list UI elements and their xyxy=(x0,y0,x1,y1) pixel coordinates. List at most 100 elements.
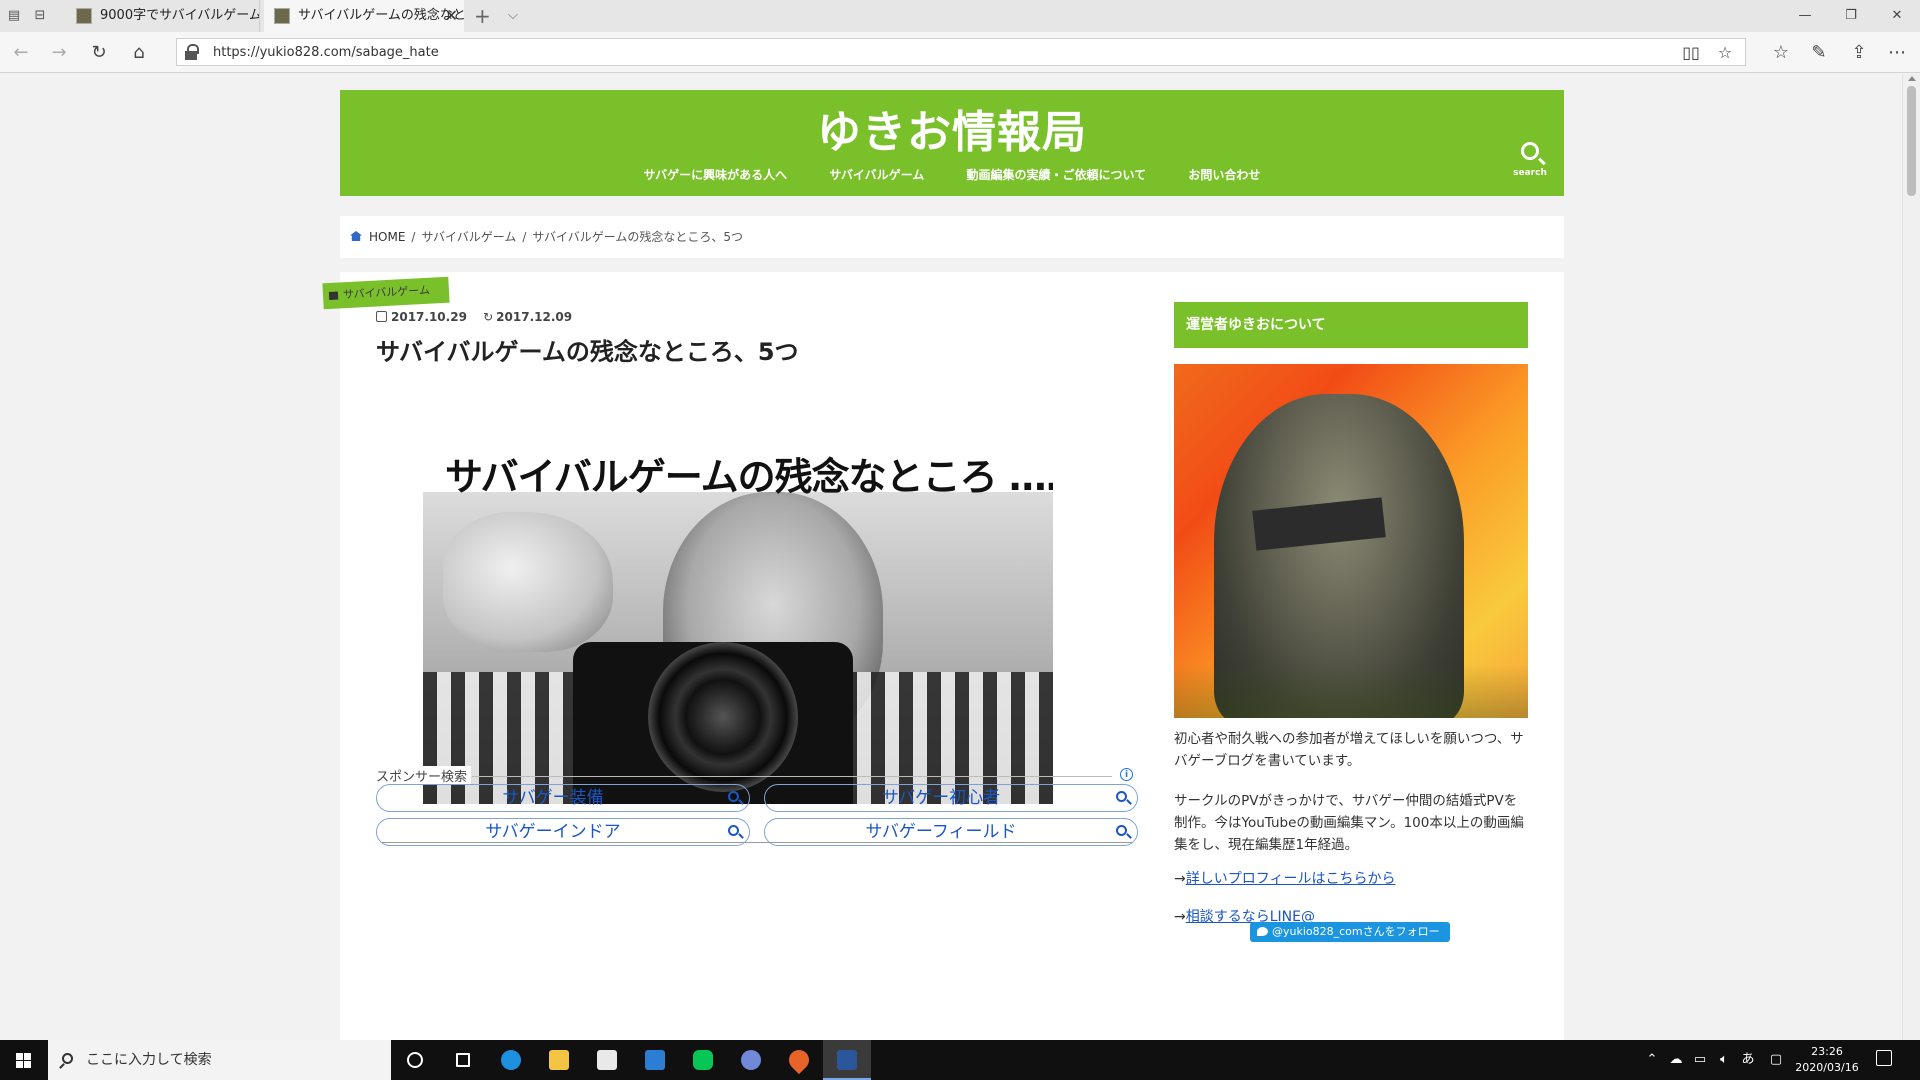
article-title: サバイバルゲームの残念なところ、5つ xyxy=(376,338,799,366)
site-logo[interactable]: ゆきお情報局 xyxy=(340,96,1564,160)
line-icon[interactable] xyxy=(679,1040,727,1080)
nav-item-contact[interactable]: お問い合わせ xyxy=(1188,166,1260,183)
tab-list-chevron-icon[interactable]: ⌵ xyxy=(508,0,518,32)
post-dates: 2017.10.29 ↻ 2017.12.09 xyxy=(376,310,572,324)
word-icon[interactable] xyxy=(823,1040,871,1080)
tab-manager-icon[interactable]: ▤ xyxy=(4,6,24,26)
search-icon xyxy=(1521,142,1539,160)
photo-man-with-camera xyxy=(423,492,1053,804)
calendar-icon xyxy=(376,311,387,322)
network-icon[interactable]: ▭ xyxy=(1688,1040,1712,1080)
forward-icon[interactable]: → xyxy=(46,40,72,66)
breadcrumb-category[interactable]: サバイバルゲーム xyxy=(421,230,516,244)
hero-caption: サバイバルゲームの残念なところ …… xyxy=(445,455,1053,499)
cortana-icon[interactable] xyxy=(391,1040,439,1080)
lock-icon xyxy=(185,44,199,60)
browser-tab[interactable]: 9000字でサバイバルゲームの始め xyxy=(66,0,260,32)
nav-item-sabage-beginners[interactable]: サバゲーに興味がある人へ xyxy=(644,166,788,183)
tab-title: 9000字でサバイバルゲームの始め xyxy=(100,8,260,23)
reading-view-icon[interactable]: ▯▯ xyxy=(1679,41,1703,65)
taskbar: ここに入力して検索 ⌃ ☁ ▭ 🔈︎ あ ▢ 23:26 2020/03/16 xyxy=(0,1040,1920,1080)
search-label: search xyxy=(1513,168,1547,178)
published-date: 2017.10.29 xyxy=(391,310,467,324)
sponsor-search-label: スポンサー検索 xyxy=(376,766,472,785)
url-text[interactable]: https://yukio828.com/sabage_hate xyxy=(213,39,439,67)
home-icon[interactable]: ⌂ xyxy=(126,40,152,66)
edge-icon[interactable] xyxy=(487,1040,535,1080)
nav-item-video-editing[interactable]: 動画編集の実績・ご依頼について xyxy=(966,166,1146,183)
twitter-bird-icon xyxy=(1257,927,1268,936)
sponsor-search: スポンサー検索 i サバゲー装備 サバゲー初心者 サバゲーインドア サバゲーフィ… xyxy=(376,766,1142,856)
favicon-icon xyxy=(76,8,92,24)
close-tab-icon[interactable]: ✕ xyxy=(445,0,458,32)
main-content: サバイバルゲーム 2017.10.29 ↻ 2017.12.09 サバイバルゲーム… xyxy=(322,272,1564,1040)
page-viewport: ゆきお情報局 サバゲーに興味がある人へ サバイバルゲーム 動画編集の実績・ご依頼… xyxy=(0,74,1902,1040)
nav-item-survival-game[interactable]: サバイバルゲーム xyxy=(829,166,924,183)
start-button[interactable] xyxy=(0,1040,48,1080)
hero-image: サバイバルゲームの残念なところ …… xyxy=(423,396,1053,804)
category-label[interactable]: サバイバルゲーム xyxy=(322,276,450,310)
onedrive-icon[interactable]: ☁ xyxy=(1664,1040,1688,1080)
breadcrumb-home[interactable]: HOME xyxy=(369,230,405,244)
maps-icon[interactable] xyxy=(775,1040,823,1080)
search-icon xyxy=(1116,825,1127,836)
sidebar-widget-title: 運営者ゆきおについて xyxy=(1174,302,1528,348)
new-tab-button[interactable]: + xyxy=(474,0,491,32)
search-icon xyxy=(62,1053,73,1064)
taskbar-search-input[interactable]: ここに入力して検索 xyxy=(48,1040,391,1080)
profile-text: サークルのPVがきっかけで、サバゲー仲間の結婚式PVを制作。今はYouTubeの… xyxy=(1174,793,1524,853)
minimize-button[interactable]: — xyxy=(1782,0,1828,32)
favorite-star-icon[interactable]: ☆ xyxy=(1713,41,1737,65)
profile-text: 初心者や耐久戦への参加者が増えてほしいを願いつつ、サバゲーブログを書いています。 xyxy=(1174,731,1524,769)
store-icon[interactable] xyxy=(583,1040,631,1080)
mail-icon[interactable] xyxy=(631,1040,679,1080)
windows-logo-icon xyxy=(16,1053,32,1068)
volume-icon[interactable]: 🔈︎ xyxy=(1712,1040,1736,1080)
close-window-button[interactable]: ✕ xyxy=(1874,0,1920,32)
global-nav: サバゲーに興味がある人へ サバイバルゲーム 動画編集の実績・ご依頼について お問… xyxy=(340,166,1564,183)
back-icon[interactable]: ← xyxy=(8,40,34,66)
breadcrumb: HOME / サバイバルゲーム / サバイバルゲームの残念なところ、5つ xyxy=(340,216,1564,258)
ad-search-button[interactable]: サバゲー装備 xyxy=(376,784,750,812)
scrollbar-thumb[interactable] xyxy=(1907,86,1916,196)
ime-mode-icon[interactable]: ▢ xyxy=(1764,1040,1788,1080)
profile-link: →詳しいプロフィールはこちらから xyxy=(1174,871,1396,887)
discord-icon[interactable] xyxy=(727,1040,775,1080)
refresh-icon[interactable]: ↻ xyxy=(86,40,112,66)
info-icon[interactable]: i xyxy=(1120,768,1133,781)
ad-search-button[interactable]: サバゲー初心者 xyxy=(764,784,1138,812)
home-icon xyxy=(350,231,362,241)
set-aside-icon[interactable]: ⊟ xyxy=(30,6,50,26)
site-header: ゆきお情報局 サバゲーに興味がある人へ サバイバルゲーム 動画編集の実績・ご依頼… xyxy=(340,90,1564,196)
folder-icon xyxy=(328,291,339,300)
search-icon xyxy=(728,791,739,802)
restore-button[interactable]: ❐ xyxy=(1828,0,1874,32)
profile-image xyxy=(1174,364,1528,718)
page-scrollbar[interactable] xyxy=(1902,74,1920,1040)
favicon-icon xyxy=(274,8,290,24)
show-hidden-icons-chevron-icon[interactable]: ⌃ xyxy=(1640,1040,1664,1080)
task-view-icon[interactable] xyxy=(439,1040,487,1080)
breadcrumb-current: サバイバルゲームの残念なところ、5つ xyxy=(532,230,743,244)
notifications-icon[interactable] xyxy=(1876,1050,1892,1066)
ime-indicator[interactable]: あ xyxy=(1736,1040,1760,1080)
browser-tab-active[interactable]: サバイバルゲームの残念なと ✕ xyxy=(264,0,464,32)
favorites-icon[interactable]: ☆ xyxy=(1768,40,1794,66)
search-icon xyxy=(1116,791,1127,802)
twitter-follow-button[interactable]: @yukio828_comさんをフォロー xyxy=(1250,922,1450,942)
clock-date: 2020/03/16 xyxy=(1795,1061,1859,1074)
share-icon[interactable]: ⇪ xyxy=(1846,40,1872,66)
tab-title: サバイバルゲームの残念なと xyxy=(298,8,464,23)
clock[interactable]: 23:26 2020/03/16 xyxy=(1792,1044,1862,1076)
explorer-icon[interactable] xyxy=(535,1040,583,1080)
search-button[interactable]: search xyxy=(1510,142,1550,186)
search-icon xyxy=(728,825,739,836)
more-icon[interactable]: ⋯ xyxy=(1884,40,1910,66)
pen-icon[interactable]: ✎ xyxy=(1806,40,1832,66)
address-bar[interactable]: https://yukio828.com/sabage_hate ▯▯ ☆ xyxy=(176,38,1746,66)
browser-chrome: ▤ ⊟ 9000字でサバイバルゲームの始め サバイバルゲームの残念なと ✕ + … xyxy=(0,0,1920,73)
tab-bar: ▤ ⊟ 9000字でサバイバルゲームの始め サバイバルゲームの残念なと ✕ + … xyxy=(0,0,1920,32)
scroll-up-arrow-icon[interactable] xyxy=(1908,76,1916,81)
updated-date: 2017.12.09 xyxy=(496,310,573,324)
updated-icon: ↻ xyxy=(483,310,494,324)
